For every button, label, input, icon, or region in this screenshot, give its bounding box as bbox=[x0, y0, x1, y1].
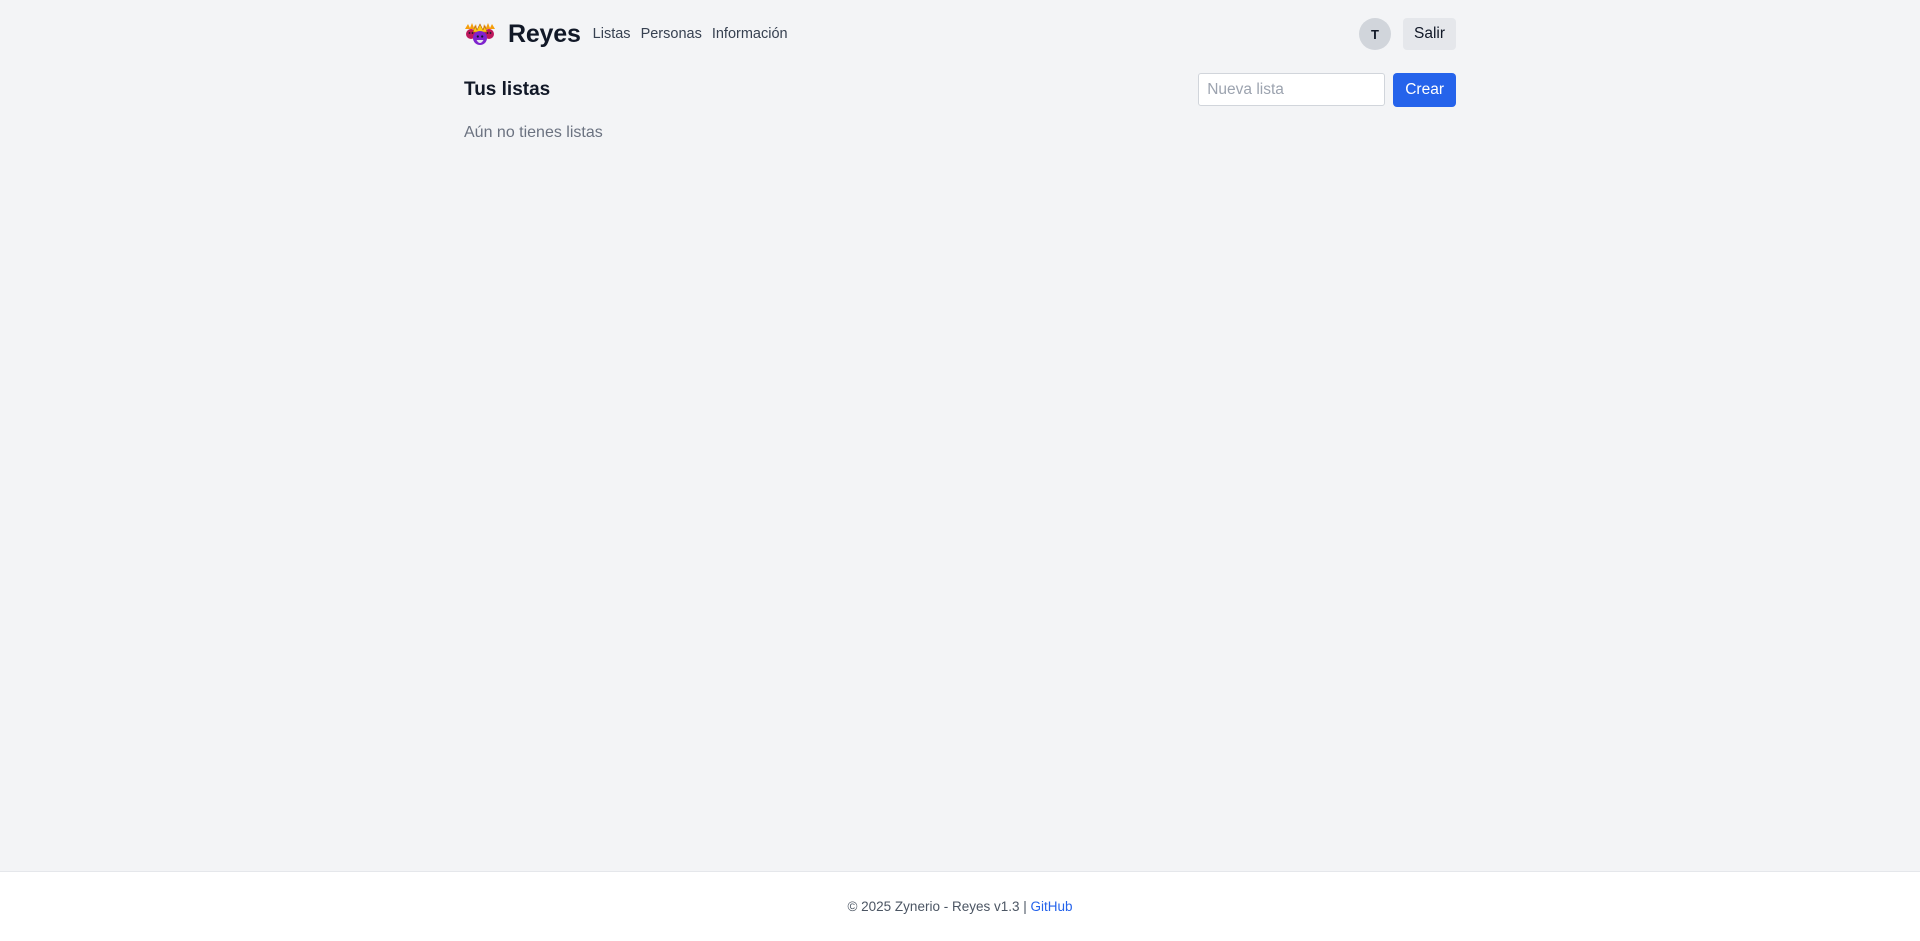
footer-content: © 2025 Zynerio - Reyes v1.3 | GitHub bbox=[847, 899, 1072, 914]
top-header: Reyes Listas Personas Información T Sali… bbox=[464, 16, 1456, 52]
footer: © 2025 Zynerio - Reyes v1.3 | GitHub bbox=[0, 871, 1920, 941]
nav-link-info[interactable]: Información bbox=[712, 26, 788, 42]
empty-lists-message: Aún no tienes listas bbox=[464, 124, 603, 141]
nav-link-people[interactable]: Personas bbox=[641, 26, 702, 42]
brand: Reyes Listas Personas Información bbox=[464, 19, 788, 49]
create-list-button[interactable]: Crear bbox=[1393, 72, 1456, 107]
three-kings-crown-icon[interactable] bbox=[464, 19, 496, 49]
page: Reyes Listas Personas Información T Sali… bbox=[0, 0, 1920, 941]
create-list-form: Crear bbox=[1198, 72, 1456, 107]
new-list-input[interactable] bbox=[1198, 73, 1386, 106]
user-area: T Salir bbox=[1358, 18, 1456, 50]
footer-copyright: © 2025 Zynerio - Reyes v1.3 | bbox=[847, 898, 1027, 914]
brand-name[interactable]: Reyes bbox=[508, 20, 581, 49]
page-title: Tus listas bbox=[464, 78, 551, 100]
nav-link-lists[interactable]: Listas bbox=[593, 26, 631, 42]
lists-header: Tus listas Crear bbox=[464, 72, 1456, 107]
logout-button[interactable]: Salir bbox=[1402, 18, 1456, 50]
main-nav: Listas Personas Información bbox=[593, 26, 788, 42]
github-link[interactable]: GitHub bbox=[1031, 899, 1073, 914]
user-avatar[interactable]: T bbox=[1358, 18, 1391, 50]
